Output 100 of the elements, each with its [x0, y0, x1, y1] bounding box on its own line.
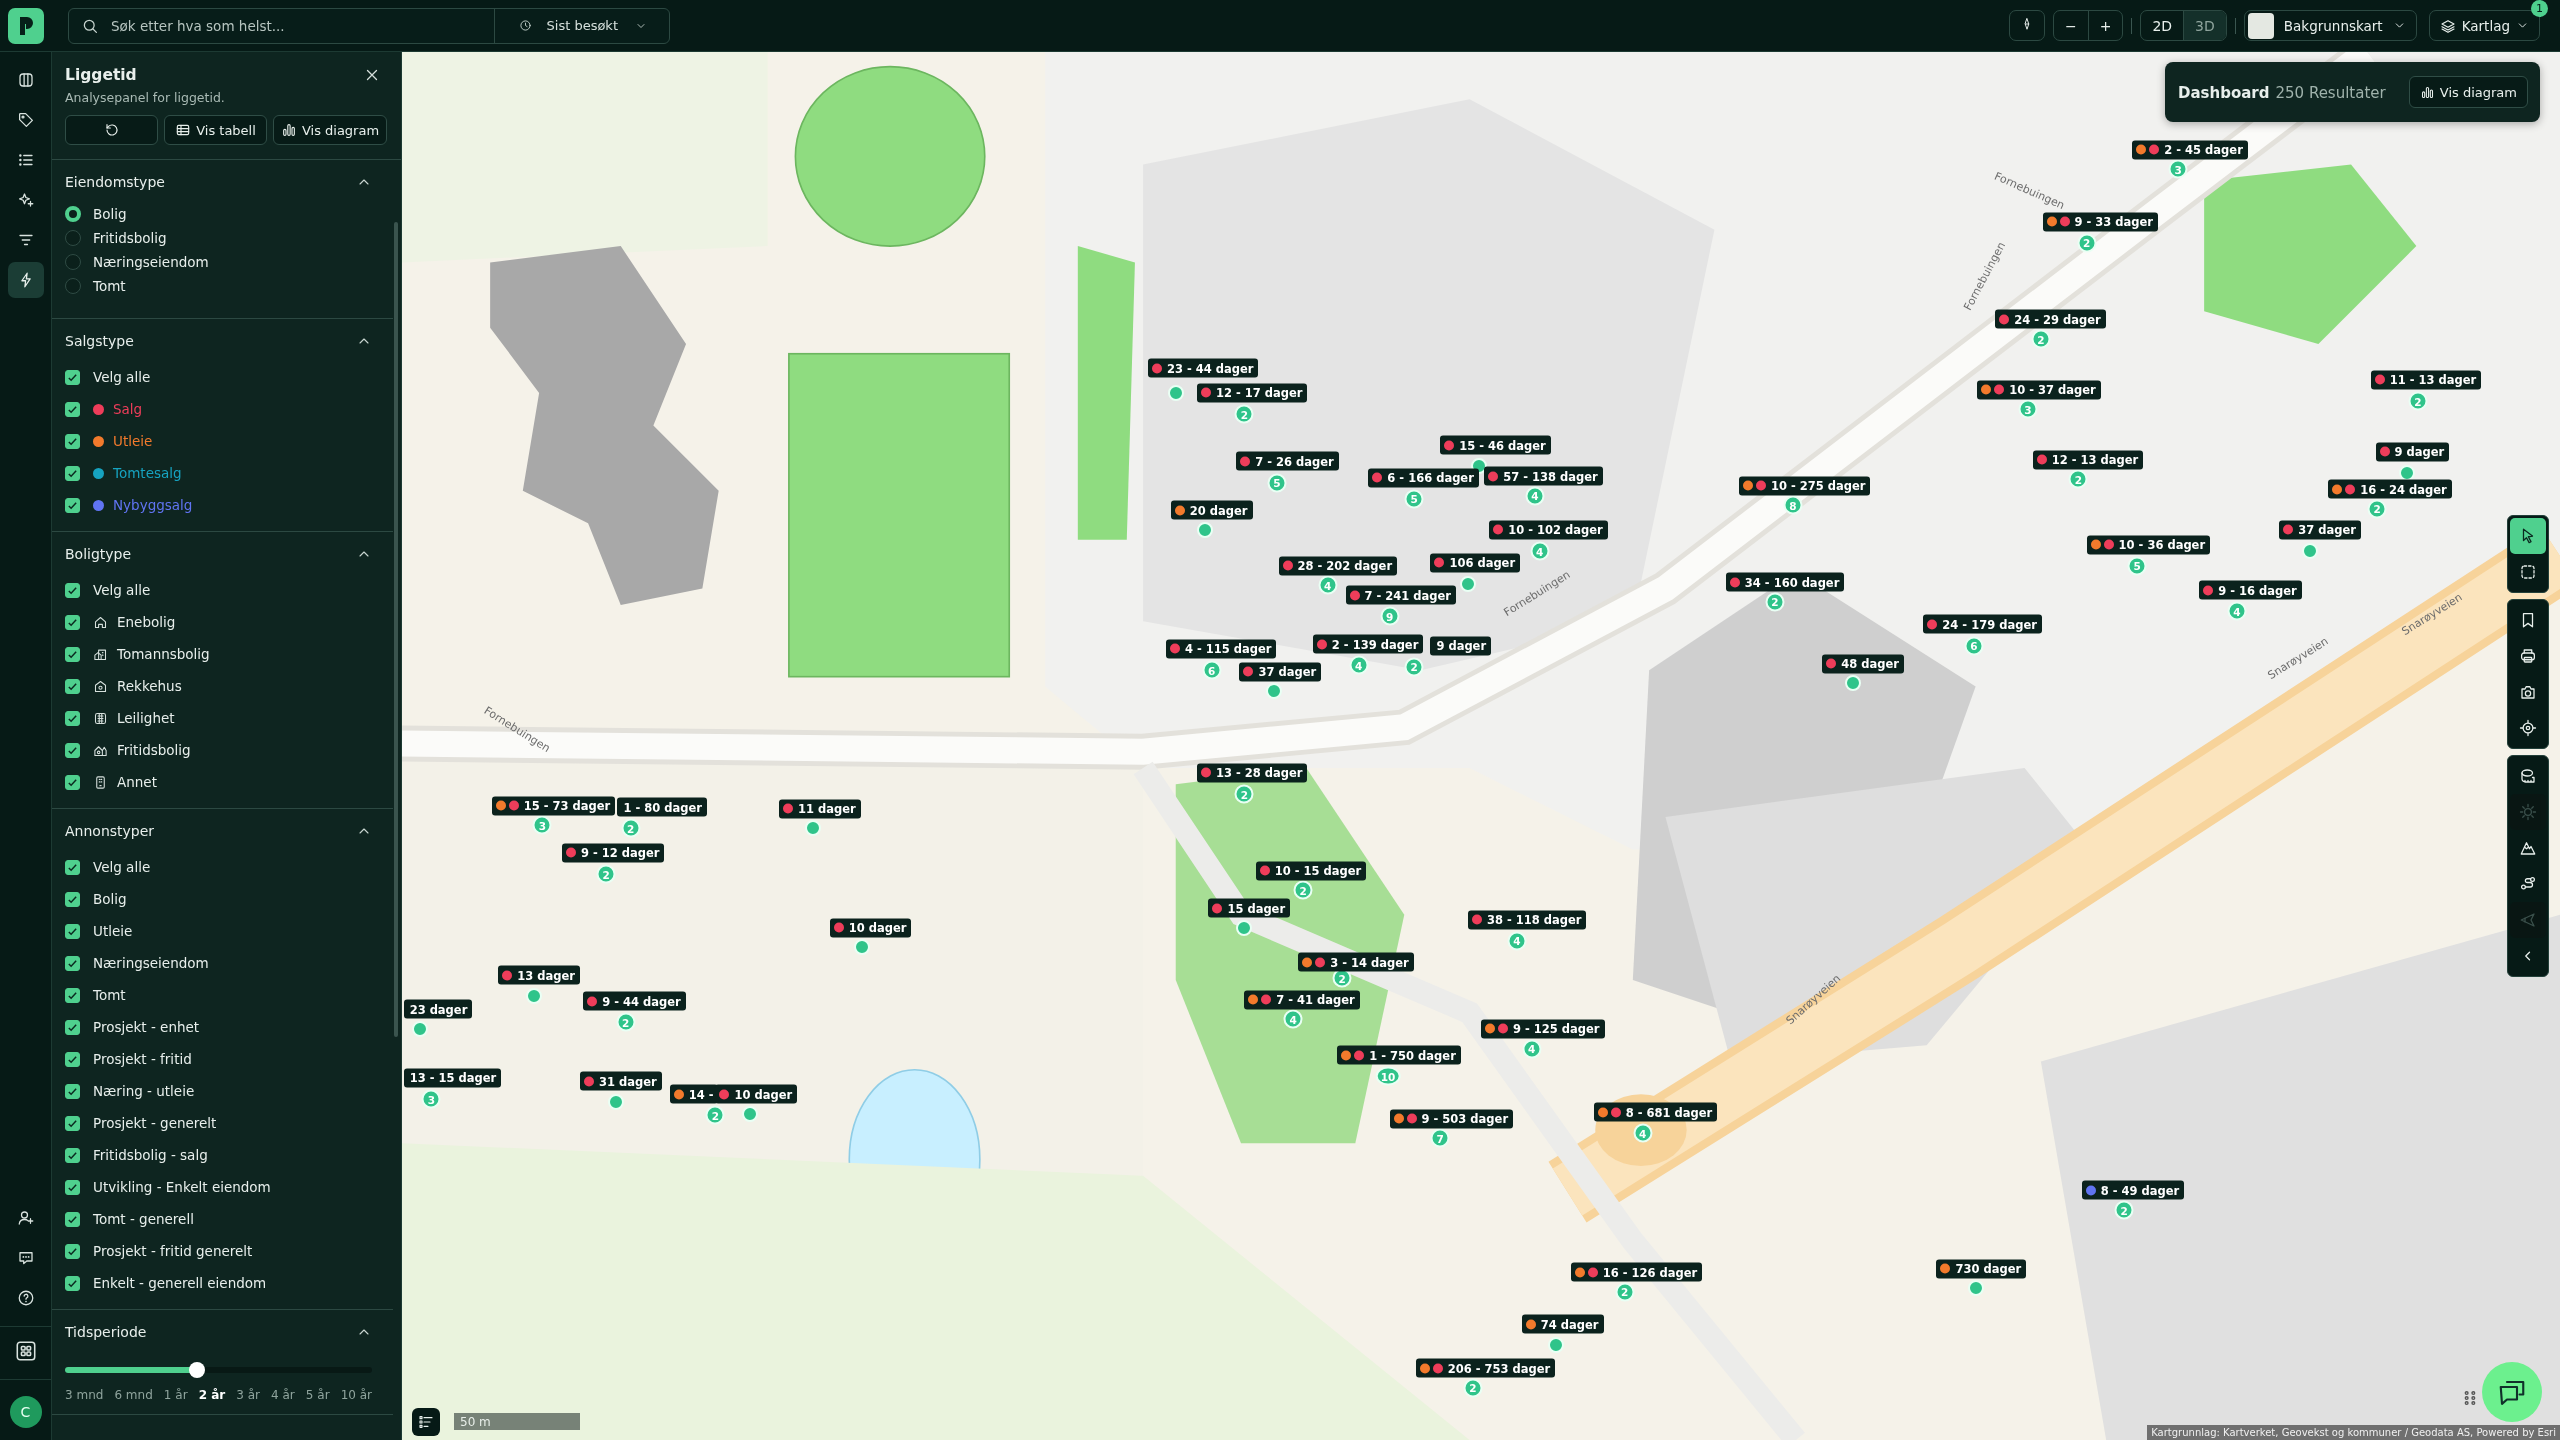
checkbox[interactable] [65, 710, 80, 726]
checkbox[interactable] [65, 742, 80, 758]
basemap-dropdown[interactable]: Bakgrunnskart [2243, 10, 2417, 41]
recent-dropdown[interactable]: Sist besøkt [493, 8, 669, 43]
marker-label[interactable]: 1 - 750 dager [1337, 1045, 1461, 1065]
legend-button[interactable] [412, 1408, 440, 1436]
marker-label[interactable]: 11 dager [779, 799, 861, 819]
checkbox[interactable] [65, 433, 80, 449]
marker-label[interactable]: 9 - 16 dager [2199, 580, 2302, 600]
reset-button[interactable] [65, 115, 158, 145]
checkbox[interactable] [65, 1019, 80, 1035]
marker-label[interactable]: 57 - 138 dager [1484, 466, 1603, 486]
checkbox[interactable] [65, 646, 80, 662]
marker-label[interactable]: 10 dager [715, 1084, 798, 1104]
marker-label[interactable]: 11 - 13 dager [2370, 370, 2482, 390]
marker-label[interactable]: 23 dager [403, 999, 473, 1019]
marker-label[interactable]: 9 - 12 dager [561, 843, 665, 863]
marker-label[interactable]: 16 - 126 dager [1570, 1262, 1703, 1282]
marker-label[interactable]: 23 - 44 dager [1148, 358, 1259, 378]
checkbox[interactable] [65, 859, 80, 875]
zoom-in-button[interactable]: + [2087, 11, 2123, 40]
checkbox[interactable] [65, 774, 80, 790]
marker-label[interactable]: 24 - 29 dager [1995, 309, 2106, 329]
marker-label[interactable]: 12 - 13 dager [2032, 450, 2144, 470]
marker-label[interactable]: 13 - 28 dager [1196, 763, 1308, 783]
checkbox[interactable] [65, 987, 80, 1003]
marker-label[interactable]: 9 - 503 dager [1389, 1109, 1514, 1129]
view-mode-toggle[interactable]: 3D [2183, 11, 2226, 40]
period-option[interactable]: 3 år [236, 1388, 260, 1402]
scrollbar[interactable] [394, 222, 398, 1037]
checkbox[interactable] [65, 369, 80, 385]
marker-label[interactable]: 10 - 36 dager [2086, 535, 2211, 555]
logo[interactable] [8, 7, 44, 44]
marker-label[interactable]: 12 - 17 dager [1196, 383, 1308, 403]
marker-label[interactable]: 1 - 80 dager [617, 797, 707, 817]
checkbox[interactable] [65, 497, 80, 513]
marker-label[interactable]: 8 - 681 dager [1593, 1102, 1718, 1122]
chart-button[interactable]: Vis diagram [273, 115, 387, 145]
marker-label[interactable]: 37 dager [1239, 662, 1322, 682]
marker-label[interactable]: 31 dager [579, 1071, 662, 1091]
marker-label[interactable]: 7 - 26 dager [1236, 451, 1339, 471]
marker-label[interactable]: 9 - 33 dager [2042, 212, 2158, 232]
marker-label[interactable]: 34 - 160 dager [1725, 572, 1845, 592]
marker-label[interactable]: 24 - 179 dager [1923, 615, 2042, 634]
marker-label[interactable]: 13 dager [498, 965, 580, 985]
chat-icon[interactable] [16, 1249, 35, 1267]
marker-label[interactable]: 9 - 125 dager [1481, 1019, 1605, 1039]
radio-button[interactable] [65, 230, 81, 246]
radio-button[interactable] [65, 278, 81, 294]
marker-label[interactable]: 9 dager [1430, 636, 1492, 656]
checkbox[interactable] [65, 582, 80, 598]
checkbox[interactable] [65, 955, 80, 971]
period-option[interactable]: 1 år [163, 1388, 188, 1402]
search-field[interactable]: Søk etter hva som helst... Sist besøkt [68, 7, 670, 44]
checkbox[interactable] [65, 1243, 80, 1259]
period-option[interactable]: 10 år [340, 1388, 372, 1402]
marker-label[interactable]: 4 - 115 dager [1165, 639, 1277, 659]
marker-label[interactable]: 15 dager [1208, 898, 1291, 918]
marker-label[interactable]: 10 dager [829, 918, 912, 938]
checkbox[interactable] [65, 614, 80, 630]
help-icon[interactable] [16, 1289, 35, 1307]
checkbox[interactable] [65, 1275, 80, 1291]
period-option[interactable]: 6 mnd [114, 1388, 153, 1402]
tool-button[interactable] [2510, 518, 2546, 554]
marker-label[interactable]: 206 - 753 dager [1415, 1358, 1556, 1378]
period-option[interactable]: 3 mnd [65, 1388, 104, 1402]
marker-label[interactable]: 10 - 275 dager [1738, 476, 1871, 496]
rail-button[interactable] [7, 262, 44, 298]
checkbox[interactable] [65, 1179, 80, 1195]
marker-label[interactable]: 7 - 41 dager [1244, 990, 1360, 1010]
view-mode-toggle[interactable]: 2D [2141, 11, 2184, 40]
checkbox[interactable] [65, 923, 80, 939]
marker-label[interactable]: 6 - 166 dager [1368, 468, 1479, 488]
checkbox[interactable] [65, 1051, 80, 1067]
marker-label[interactable]: 8 - 49 dager [2081, 1180, 2185, 1200]
marker-label[interactable]: 2 - 139 dager [1312, 634, 1424, 654]
marker-label[interactable]: 48 dager [1822, 654, 1904, 674]
radio-button[interactable] [65, 254, 81, 270]
checkbox[interactable] [65, 401, 80, 417]
checkbox[interactable] [65, 465, 80, 481]
marker-label[interactable]: 9 - 44 dager [583, 991, 686, 1011]
marker-label[interactable]: 2 - 45 dager [2132, 140, 2248, 160]
marker-label[interactable]: 7 - 241 dager [1345, 585, 1456, 605]
marker-label[interactable]: 38 - 118 dager [1467, 910, 1587, 930]
checkbox[interactable] [65, 1211, 80, 1227]
marker-label[interactable]: 10 - 37 dager [1977, 380, 2101, 400]
chart-button[interactable]: Vis diagram [2408, 76, 2528, 108]
marker-label[interactable]: 74 dager [1521, 1314, 1604, 1334]
marker-label[interactable]: 13 - 15 dager [403, 1068, 502, 1088]
marker-label[interactable]: 20 dager [1170, 500, 1253, 520]
period-option[interactable]: 2 år [198, 1388, 226, 1402]
add-user-icon[interactable] [16, 1209, 35, 1227]
radio-button[interactable] [65, 206, 81, 222]
marker-label[interactable]: 730 dager [1936, 1259, 2027, 1279]
marker-label[interactable]: 3 - 14 dager [1298, 952, 1414, 972]
grid-icon[interactable] [14, 1340, 37, 1362]
marker-label[interactable]: 37 dager [2279, 520, 2361, 540]
marker-label[interactable]: 28 - 202 dager [1278, 556, 1398, 576]
marker-label[interactable]: 16 - 24 dager [2328, 479, 2452, 499]
marker-label[interactable]: 15 - 73 dager [491, 796, 616, 816]
